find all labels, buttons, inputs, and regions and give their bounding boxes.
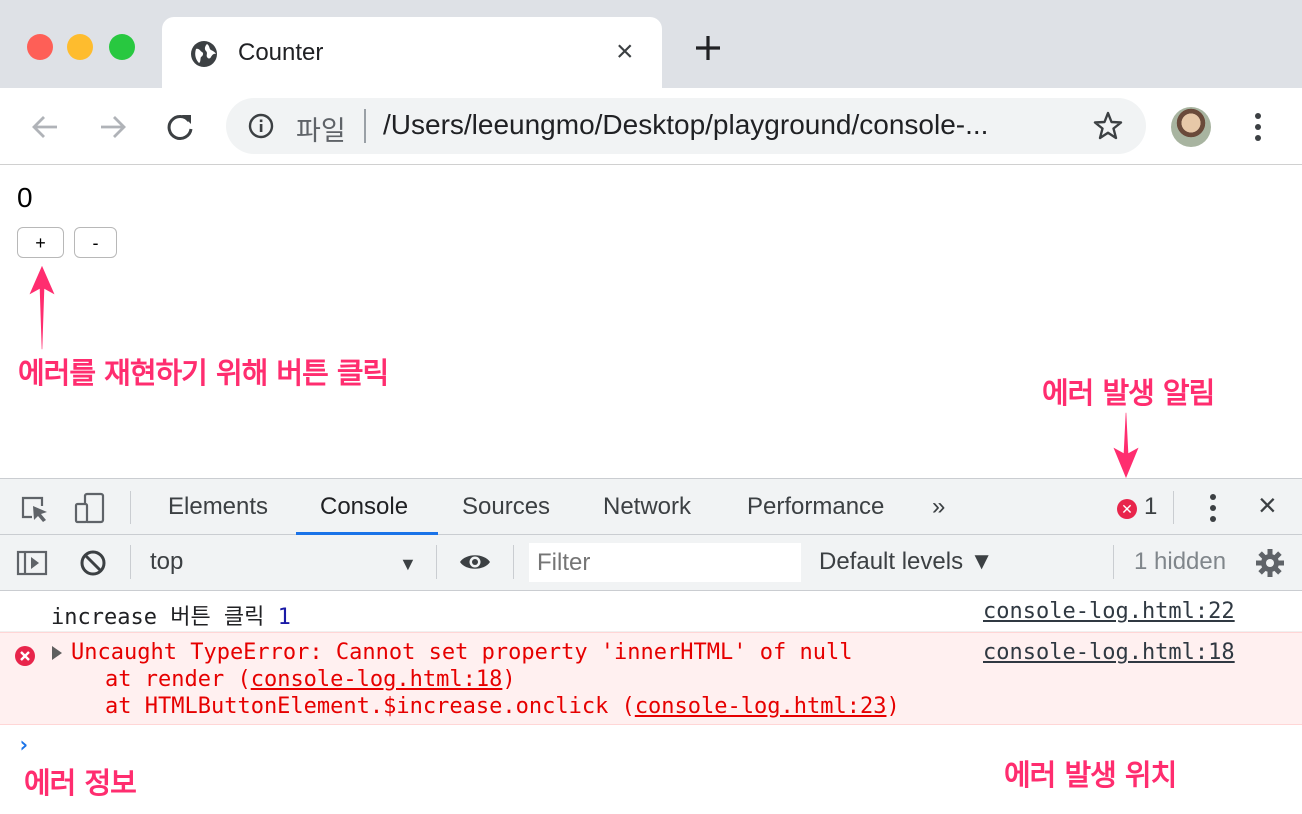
error-source-link[interactable]: console-log.html:18	[983, 640, 1235, 665]
browser-menu-icon[interactable]	[1248, 110, 1268, 144]
browser-tab[interactable]: Counter ×	[162, 17, 662, 88]
log-value: 1	[277, 605, 291, 630]
counter-value: 0	[17, 182, 33, 213]
devtools-divider	[130, 545, 131, 579]
error-icon	[15, 646, 35, 666]
stack-frame-text: at HTMLButtonElement.$increase.onclick (	[105, 694, 635, 719]
omnibox-divider	[364, 109, 366, 143]
devtools-menu-icon[interactable]	[1203, 492, 1223, 524]
log-text: increase 버튼 클릭	[51, 605, 265, 630]
error-message: Uncaught TypeError: Cannot set property …	[71, 640, 853, 665]
console-filter-input[interactable]	[529, 543, 801, 582]
clear-console-icon[interactable]	[79, 549, 107, 577]
increase-button[interactable]: +	[17, 227, 64, 258]
stack-frame-render: at render (console-log.html:18)	[105, 667, 516, 692]
console-error-row: Uncaught TypeError: Cannot set property …	[0, 632, 1302, 725]
address-bar[interactable]: 파일 /Users/leeungmo/Desktop/playground/co…	[226, 98, 1146, 154]
tab-network[interactable]: Network	[603, 493, 691, 521]
profile-avatar[interactable]	[1171, 107, 1211, 147]
devtools-divider	[130, 491, 131, 524]
tab-close-button[interactable]: ×	[616, 34, 634, 70]
annotation-button-click: 에러를 재현하기 위해 버튼 클릭	[18, 356, 389, 390]
stack-frame-text: )	[886, 694, 900, 719]
error-count[interactable]: 1	[1144, 493, 1157, 521]
tab-title: Counter	[238, 39, 324, 66]
stack-frame-link[interactable]: console-log.html:23	[635, 694, 887, 719]
stack-frame-link[interactable]: console-log.html:18	[251, 667, 503, 692]
site-info-label: 파일	[296, 116, 346, 146]
hidden-messages-count: 1 hidden	[1134, 548, 1227, 575]
window-close-button[interactable]	[27, 34, 53, 60]
stack-frame-text: )	[502, 667, 516, 692]
annotation-arrow-up-button	[26, 262, 58, 351]
log-levels-dropdown[interactable]: Default levels ▼	[819, 548, 994, 576]
console-prompt[interactable]: ›	[17, 733, 30, 758]
inspect-element-icon[interactable]	[20, 495, 50, 523]
annotation-error-location: 에러 발생 위치	[1004, 758, 1177, 792]
info-icon[interactable]	[248, 113, 274, 139]
url-text[interactable]: /Users/leeungmo/Desktop/playground/conso…	[383, 109, 988, 141]
stack-frame-text: at render (	[105, 667, 251, 692]
decrease-button[interactable]: -	[74, 227, 117, 258]
console-log-row: increase 버튼 클릭 1 console-log.html:22	[0, 591, 1302, 632]
console-settings-gear-icon[interactable]	[1255, 548, 1285, 578]
devtools-divider	[1173, 491, 1174, 524]
sidebar-toggle-icon[interactable]	[16, 549, 48, 577]
tab-console[interactable]: Console	[320, 493, 408, 521]
tab-sources[interactable]: Sources	[462, 493, 550, 521]
tab-strip: Counter ×	[0, 0, 1302, 88]
stack-frame-onclick: at HTMLButtonElement.$increase.onclick (…	[105, 694, 900, 719]
bookmark-star-icon[interactable]	[1092, 110, 1124, 142]
new-tab-plus-icon[interactable]	[693, 33, 723, 63]
window-minimize-button[interactable]	[67, 34, 93, 60]
globe-icon	[191, 41, 217, 67]
browser-toolbar: 파일 /Users/leeungmo/Desktop/playground/co…	[0, 88, 1302, 165]
tab-performance[interactable]: Performance	[747, 493, 884, 521]
context-dropdown-arrow-icon[interactable]: ▼	[399, 554, 417, 575]
devtools-close-button[interactable]: ×	[1258, 487, 1277, 524]
more-tabs-button[interactable]: »	[932, 493, 945, 521]
error-count-icon[interactable]: ✕	[1117, 499, 1137, 519]
context-selector[interactable]: top	[150, 548, 183, 576]
annotation-arrow-down-error-count	[1110, 411, 1142, 482]
back-arrow-icon[interactable]	[30, 112, 60, 142]
log-message: increase 버튼 클릭 1	[51, 599, 291, 631]
tab-elements[interactable]: Elements	[168, 493, 268, 521]
devtools-tabbar: Elements Console Sources Network Perform…	[0, 478, 1302, 535]
annotation-error-info: 에러 정보	[24, 766, 137, 800]
log-source-link[interactable]: console-log.html:22	[983, 599, 1235, 624]
annotation-error-alert: 에러 발생 알림	[1042, 376, 1215, 410]
devtools-divider	[1113, 545, 1114, 579]
forward-arrow-icon[interactable]	[98, 112, 128, 142]
device-toolbar-icon[interactable]	[73, 492, 107, 524]
devtools-divider	[436, 545, 437, 579]
page-content: 0 + -	[0, 166, 1302, 478]
expand-error-triangle-icon[interactable]	[52, 646, 62, 660]
devtools-divider	[513, 545, 514, 579]
window-maximize-button[interactable]	[109, 34, 135, 60]
live-expression-eye-icon[interactable]	[458, 551, 492, 573]
console-filter-bar: top ▼ Default levels ▼ 1 hidden	[0, 535, 1302, 591]
reload-icon[interactable]	[165, 112, 195, 142]
